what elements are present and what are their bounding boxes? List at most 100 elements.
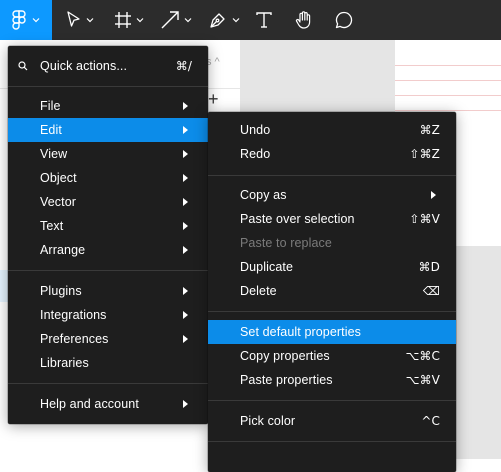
menu-item-file[interactable]: File <box>8 94 208 118</box>
menu-item-libraries[interactable]: Libraries <box>8 351 208 375</box>
add-page-icon[interactable]: + <box>208 90 219 108</box>
menu-item-arrange[interactable]: Arrange <box>8 238 208 262</box>
menu-item-label: Text <box>40 219 64 233</box>
menu-item-text[interactable]: Text <box>8 214 208 238</box>
pen-icon <box>210 13 225 28</box>
main-menu: Quick actions... ⌘/ File Edit View Objec… <box>8 46 208 424</box>
menu-item-shortcut: ⇧⌘Z <box>409 147 440 161</box>
menu-item-shortcut: ⌥⌘V <box>405 373 440 387</box>
menu-item-redo[interactable]: Redo ⇧⌘Z <box>208 142 456 166</box>
menu-item-shortcut: ⇧⌘V <box>409 212 440 226</box>
menu-item-delete[interactable]: Delete ⌫ <box>208 279 456 303</box>
menu-item-shortcut: ⌘/ <box>175 59 192 73</box>
pen-tool-button[interactable] <box>204 0 246 40</box>
chevron-down-icon <box>184 18 192 23</box>
menu-item-label: Paste over selection <box>240 212 355 226</box>
chevron-down-icon <box>136 18 144 23</box>
assets-tab-fragment[interactable]: s ^ <box>206 56 220 68</box>
submenu-arrow-icon <box>183 400 188 408</box>
menu-item-paste-over-selection[interactable]: Paste over selection ⇧⌘V <box>208 207 456 231</box>
comment-tool-button[interactable] <box>330 0 358 40</box>
menu-item-label: Copy as <box>240 188 287 202</box>
text-icon <box>256 12 272 28</box>
menu-item-copy-as[interactable]: Copy as <box>208 183 456 207</box>
menu-item-label: Delete <box>240 284 277 298</box>
frame-icon <box>115 12 131 28</box>
menu-item-label: Duplicate <box>240 260 294 274</box>
menu-item-set-default-properties[interactable]: Set default properties <box>208 320 456 344</box>
menu-item-view[interactable]: View <box>8 142 208 166</box>
chevron-down-icon <box>232 18 240 23</box>
menu-item-plugins[interactable]: Plugins <box>8 279 208 303</box>
menu-item-undo[interactable]: Undo ⌘Z <box>208 118 456 142</box>
comment-icon <box>335 11 353 29</box>
menu-separator <box>208 400 456 401</box>
submenu-arrow-icon <box>183 198 188 206</box>
menu-separator <box>8 270 208 271</box>
menu-item-label: Pick color <box>240 414 296 428</box>
menu-item-label: Paste to replace <box>240 236 332 250</box>
submenu-arrow-icon <box>431 191 436 199</box>
submenu-arrow-icon <box>183 222 188 230</box>
move-tool-button[interactable] <box>58 0 102 40</box>
submenu-arrow-icon <box>183 150 188 158</box>
menu-item-label: Redo <box>240 147 271 161</box>
menu-item-label: Quick actions... <box>40 59 128 73</box>
menu-item-label: Object <box>40 171 77 185</box>
menu-item-label: View <box>40 147 68 161</box>
menu-item-copy-properties[interactable]: Copy properties ⌥⌘C <box>208 344 456 368</box>
menu-separator <box>208 441 456 442</box>
chevron-down-icon <box>32 18 40 23</box>
menu-item-label: Plugins <box>40 284 82 298</box>
menu-item-pick-color[interactable]: Pick color ^C <box>208 409 456 433</box>
text-tool-button[interactable] <box>250 0 278 40</box>
menu-item-help-and-account[interactable]: Help and account <box>8 392 208 416</box>
menu-item-paste-to-replace: Paste to replace <box>208 231 456 255</box>
menu-item-shortcut: ⌘D <box>418 260 440 274</box>
submenu-arrow-icon <box>183 174 188 182</box>
submenu-arrow-icon <box>183 102 188 110</box>
menu-item-label: Integrations <box>40 308 107 322</box>
hand-tool-button[interactable] <box>290 0 318 40</box>
frame-tool-button[interactable] <box>108 0 150 40</box>
backspace-icon: ⌫ <box>422 284 440 298</box>
search-icon <box>18 61 28 71</box>
menu-item-label: Help and account <box>40 397 139 411</box>
chevron-down-icon <box>86 18 94 23</box>
toolbar <box>0 0 501 40</box>
menu-separator <box>208 175 456 176</box>
submenu-arrow-icon <box>183 126 188 134</box>
shape-tool-button[interactable] <box>156 0 200 40</box>
menu-item-edit[interactable]: Edit <box>8 118 208 142</box>
menu-item-label: Set default properties <box>240 325 362 339</box>
menu-item-label: Libraries <box>40 356 89 370</box>
menu-item-shortcut: ⌘Z <box>419 123 440 137</box>
menu-separator <box>8 86 208 87</box>
move-cursor-icon <box>67 11 80 27</box>
menu-item-duplicate[interactable]: Duplicate ⌘D <box>208 255 456 279</box>
arrow-line-icon <box>161 11 179 29</box>
menu-item-label: Copy properties <box>240 349 330 363</box>
hand-icon <box>295 11 311 29</box>
submenu-arrow-icon <box>183 335 188 343</box>
menu-item-label: Vector <box>40 195 77 209</box>
menu-item-label: Paste properties <box>240 373 333 387</box>
menu-item-quick-actions[interactable]: Quick actions... ⌘/ <box>8 54 208 78</box>
menu-item-label: Edit <box>40 123 62 137</box>
menu-item-label: Arrange <box>40 243 86 257</box>
menu-item-label: Preferences <box>40 332 109 346</box>
menu-item-integrations[interactable]: Integrations <box>8 303 208 327</box>
menu-item-shortcut: ⌥⌘C <box>405 349 440 363</box>
menu-item-shortcut: ^C <box>421 414 440 428</box>
menu-item-object[interactable]: Object <box>8 166 208 190</box>
menu-item-label: File <box>40 99 61 113</box>
menu-item-preferences[interactable]: Preferences <box>8 327 208 351</box>
menu-item-vector[interactable]: Vector <box>8 190 208 214</box>
menu-item-label: Undo <box>240 123 271 137</box>
submenu-arrow-icon <box>183 311 188 319</box>
figma-logo-icon <box>12 10 26 30</box>
main-menu-button[interactable] <box>0 0 52 40</box>
submenu-arrow-icon <box>183 287 188 295</box>
edit-submenu: Undo ⌘Z Redo ⇧⌘Z Copy as Paste over sele… <box>208 112 456 472</box>
menu-item-paste-properties[interactable]: Paste properties ⌥⌘V <box>208 368 456 392</box>
